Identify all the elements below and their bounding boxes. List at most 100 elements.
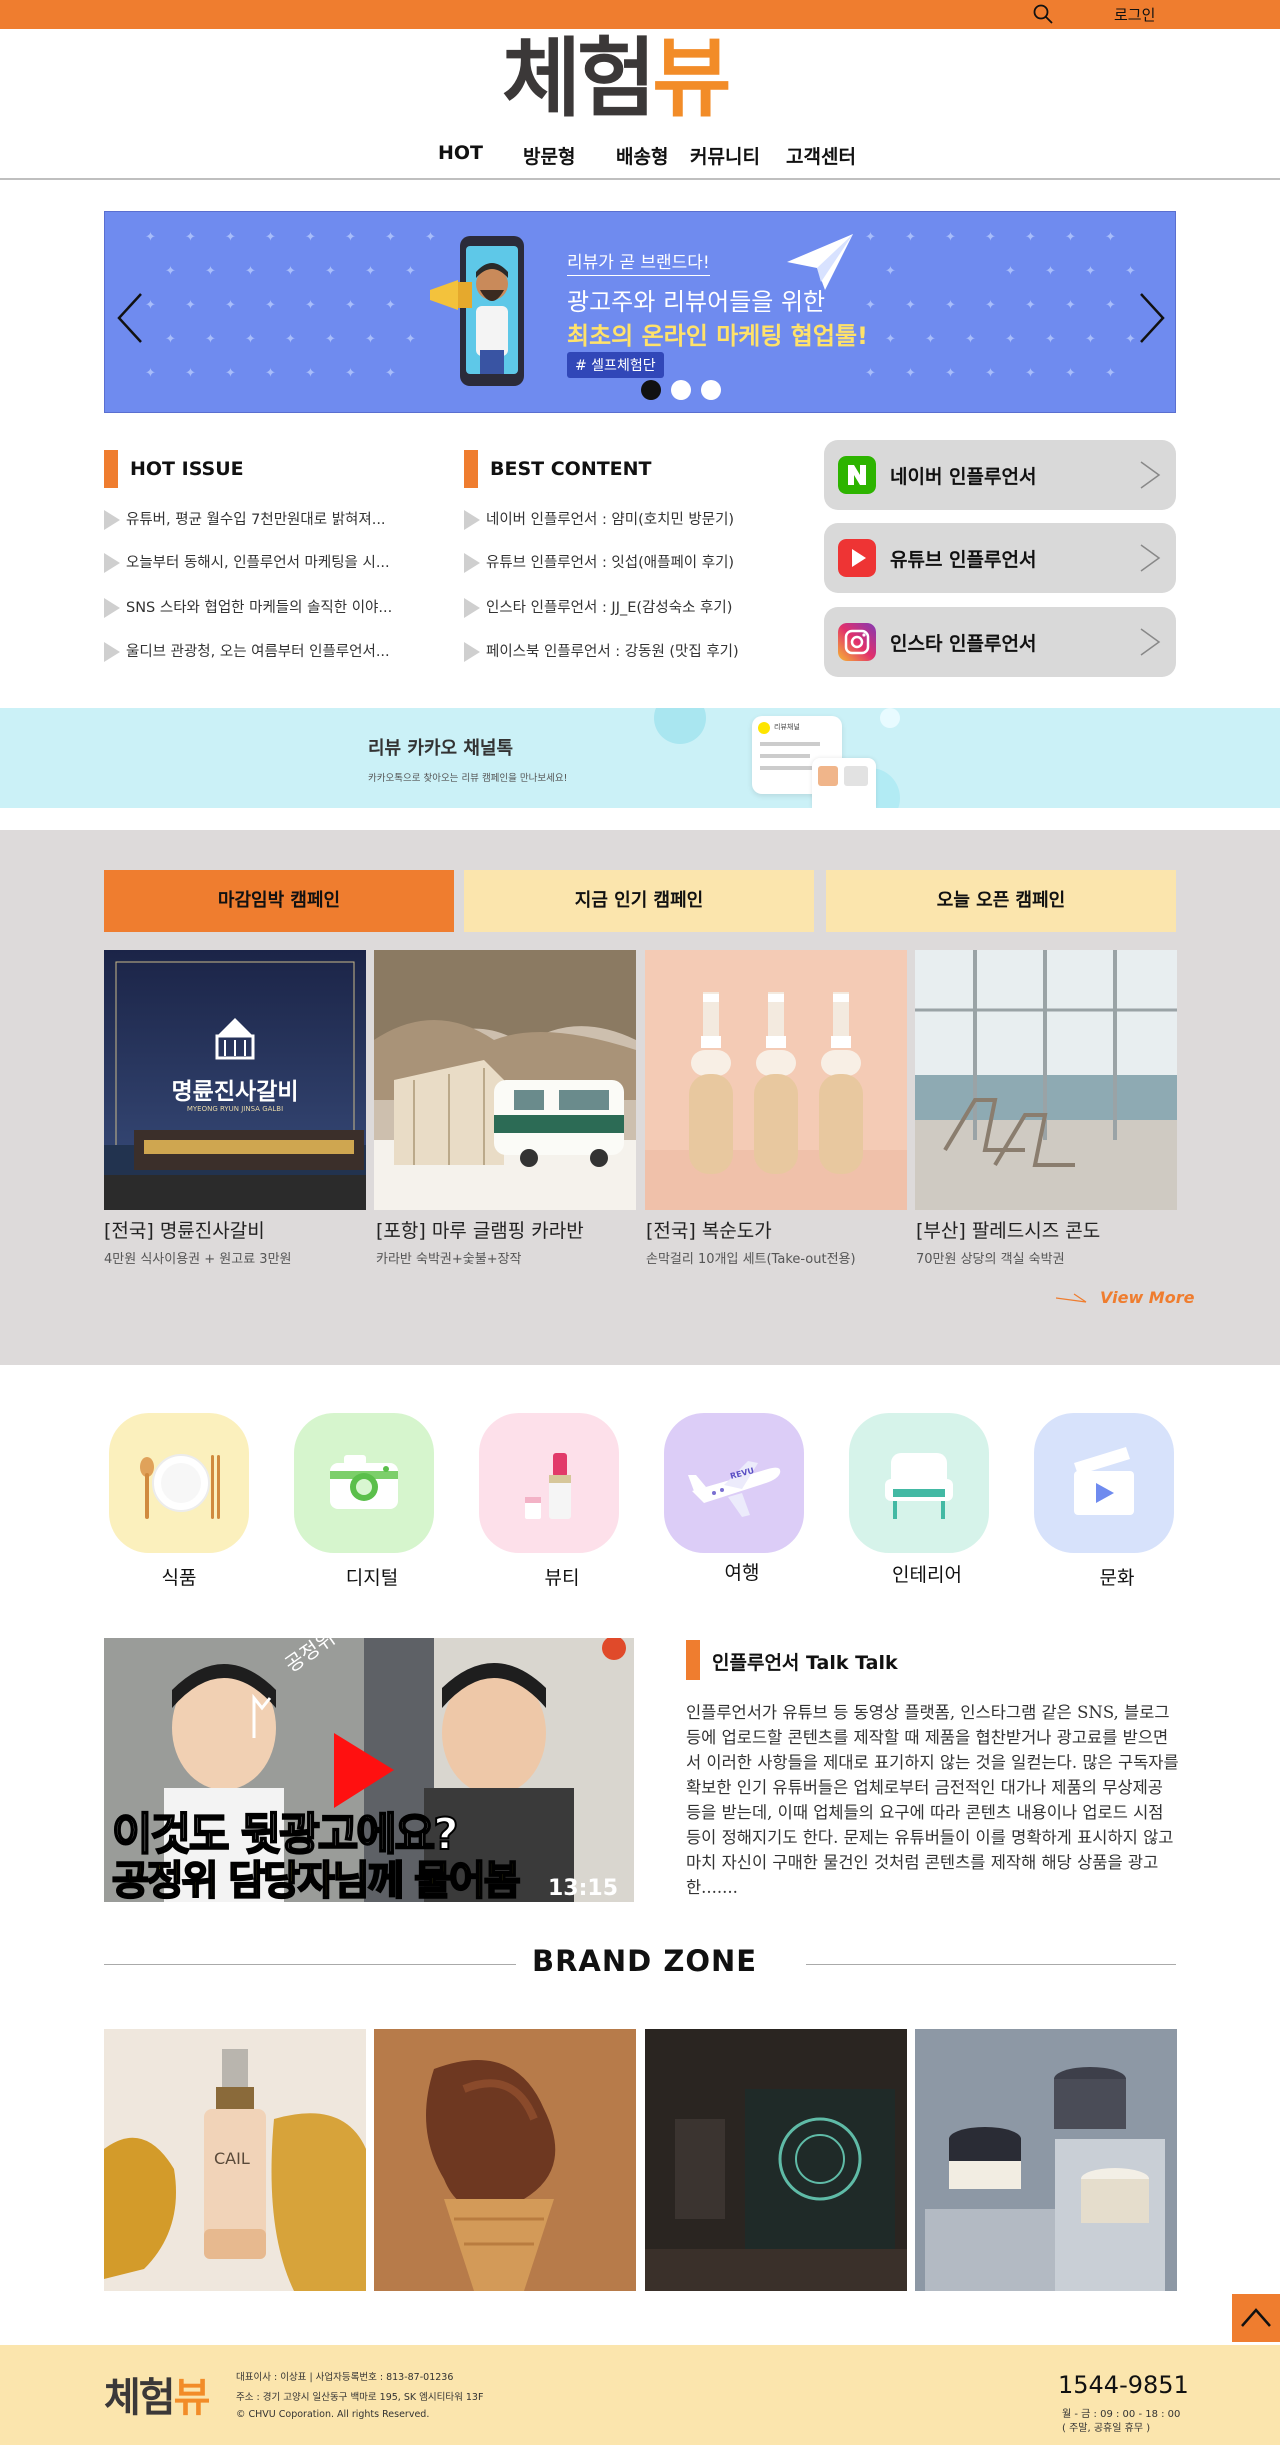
nav-community[interactable]: 커뮤니티 — [690, 142, 760, 169]
chevron-right-icon — [1140, 544, 1161, 572]
footer: 체험뷰 대표이사 : 이상표 | 사업자등록번호 : 813-87-01236 … — [0, 2345, 1280, 2445]
naver-influencer-label: 네이버 인플루언서 — [890, 466, 1037, 488]
video-caption-2: 공정위 담당자님께 물어봄 — [111, 1857, 522, 1902]
campaign-title[interactable]: [전국] 명륜진사갈비 — [104, 1216, 265, 1243]
best-content-item[interactable]: 네이버 인플루언서 : 얌미(호치민 방문기) — [464, 508, 734, 530]
brand-image-serum[interactable]: CAIL — [104, 2029, 366, 2291]
brand-zone-divider-right — [806, 1964, 1176, 1965]
hero-pager-dot-2[interactable] — [671, 380, 691, 400]
campaign-title[interactable]: [포항] 마루 글램핑 카라반 — [376, 1216, 584, 1243]
condo-seaview-illustration — [915, 950, 1177, 1210]
phone-mockup — [812, 758, 876, 808]
footer-holiday: ( 주말, 공휴일 휴무 ) — [1062, 2423, 1151, 2434]
campaign-image-makgeolli[interactable] — [645, 950, 907, 1210]
category-label-culture[interactable]: 문화 — [1047, 1563, 1187, 1590]
tab-closing-soon[interactable]: 마감임박 캠페인 — [104, 870, 454, 932]
kakao-channel-banner[interactable]: 리뷰 카카오 채널톡 카카오톡으로 찾아오는 리뷰 캠페인을 만나보세요! 리뷰… — [0, 708, 1280, 808]
category-beauty[interactable] — [479, 1413, 619, 1553]
hot-issue-item[interactable]: 오늘부터 동해시, 인플루언서 마케팅을 시... — [104, 551, 390, 573]
instagram-influencer-button[interactable]: 인스타 인플루언서 — [824, 607, 1176, 677]
serum-bottle-text: CAIL — [214, 2149, 250, 2168]
campaign-title[interactable]: [부산] 팔레드시즈 콘도 — [916, 1216, 1100, 1243]
tab-today-open[interactable]: 오늘 오픈 캠페인 — [826, 870, 1176, 932]
galbi-image-text: 명륜진사갈비 — [171, 1078, 299, 1105]
lipstick-icon — [525, 1453, 571, 1519]
campaign-image-galbi[interactable]: 명륜진사갈비 MYEONG RYUN JINSA GALBI — [104, 950, 366, 1210]
best-content-item[interactable]: 유튜브 인플루언서 : 잇섭(애플페이 후기) — [464, 551, 734, 573]
campaign-image-glamping[interactable] — [374, 950, 636, 1210]
camera-icon — [330, 1455, 398, 1509]
footer-phone[interactable]: 1544-9851 — [1058, 2371, 1189, 2399]
brand-zone-title: BRAND ZONE — [532, 1944, 758, 1978]
site-logo[interactable]: 체험뷰 — [502, 29, 731, 129]
hero-pager-dot-1[interactable] — [641, 380, 661, 400]
nav-visit[interactable]: 방문형 — [523, 142, 575, 169]
category-travel[interactable]: REVU — [664, 1413, 804, 1553]
food-plate-icon — [140, 1454, 220, 1519]
category-culture[interactable] — [1034, 1413, 1174, 1553]
megaphone-person-illustration — [430, 236, 524, 386]
kakao-banner-title: 리뷰 카카오 채널톡 — [368, 738, 514, 759]
hero-tag: # 셀프체험단 — [567, 352, 664, 378]
hero-headline-2: 최초의 온라인 마케팅 협업툴! — [567, 322, 868, 350]
nav-hot[interactable]: HOT — [438, 142, 483, 164]
category-label-interior[interactable]: 인테리어 — [857, 1560, 997, 1587]
hot-issue-title-text: HOT ISSUE — [130, 458, 244, 480]
hot-issue-title: HOT ISSUE — [104, 450, 244, 488]
nav-support[interactable]: 고객센터 — [786, 142, 856, 169]
campaign-subtitle: 손막걸리 10개입 세트(Take-out전용) — [646, 1252, 856, 1267]
hero-pager-dot-3[interactable] — [701, 380, 721, 400]
nav-divider — [0, 178, 1280, 180]
back-to-top-button[interactable] — [1232, 2294, 1280, 2342]
kakao-card-line — [760, 754, 810, 758]
best-content-item[interactable]: 인스타 인플루언서 : JJ_E(감성숙소 후기) — [464, 596, 732, 618]
logo-text-main: 체험 — [502, 29, 656, 129]
kakao-icon — [758, 722, 770, 734]
nav-delivery[interactable]: 배송형 — [616, 142, 668, 169]
youtube-influencer-button[interactable]: 유튜브 인플루언서 — [824, 523, 1176, 593]
best-content-title: BEST CONTENT — [464, 450, 652, 488]
youtube-icon — [838, 539, 876, 577]
category-food[interactable] — [109, 1413, 249, 1553]
brand-zone-divider-left — [104, 1964, 516, 1965]
hot-issue-item[interactable]: SNS 스타와 협업한 마케들의 솔직한 이야... — [104, 596, 392, 618]
campaign-image-condo[interactable] — [915, 950, 1177, 1210]
category-label-beauty[interactable]: 뷰티 — [492, 1563, 632, 1590]
naver-influencer-button[interactable]: 네이버 인플루언서 — [824, 440, 1176, 510]
phone-thumbnail — [818, 766, 838, 786]
view-more-link[interactable]: View More — [1100, 1288, 1194, 1307]
search-icon[interactable] — [1032, 3, 1054, 25]
video-duration: 13:15 — [548, 1876, 619, 1901]
login-link[interactable]: 로그인 — [1114, 4, 1155, 25]
brand-image-chocolate[interactable] — [374, 2029, 636, 2291]
phone-thumbnail — [844, 766, 868, 786]
brand-image-cream-jars[interactable] — [915, 2029, 1177, 2291]
category-interior[interactable] — [849, 1413, 989, 1553]
tea-box-illustration — [645, 2029, 907, 2291]
category-digital[interactable] — [294, 1413, 434, 1553]
category-label-travel[interactable]: 여행 — [672, 1558, 812, 1585]
video-thumbnail[interactable]: 공정위 담당자님 이것도 뒷광고에요? 공정위 담당자님께 물어봄 13:15 — [104, 1638, 634, 1902]
tab-popular[interactable]: 지금 인기 캠페인 — [464, 870, 814, 932]
category-label-food[interactable]: 식품 — [109, 1563, 249, 1590]
brand-image-tea-box[interactable] — [645, 2029, 907, 2291]
footer-logo[interactable]: 체험뷰 — [104, 2365, 211, 2423]
best-content-item[interactable]: 페이스북 인플루언서 : 강동원 (맛집 후기) — [464, 640, 739, 662]
hero-next-arrow-icon[interactable] — [1137, 292, 1167, 344]
hot-issue-item[interactable]: 유튜버, 평균 월수입 7천만원대로 밝혀져... — [104, 508, 386, 530]
talk-article-body[interactable]: 인플루언서가 유튜브 등 동영상 플랫폼, 인스타그램 같은 SNS, 블로그 … — [686, 1700, 1182, 1900]
top-bar: 로그인 — [0, 0, 1280, 29]
footer-hours: 월 - 금 : 09 : 00 - 18 : 00 — [1062, 2409, 1181, 2420]
instagram-influencer-label: 인스타 인플루언서 — [890, 633, 1037, 655]
category-label-digital[interactable]: 디지털 — [302, 1563, 442, 1590]
hero-prev-arrow-icon[interactable] — [115, 292, 145, 344]
makgeolli-bottles-illustration — [645, 950, 907, 1210]
airplane-icon — [688, 1461, 781, 1517]
best-content-title-text: BEST CONTENT — [490, 458, 652, 480]
hot-issue-item[interactable]: 울디브 관광청, 오는 여름부터 인플루언서... — [104, 640, 390, 662]
hero-banner[interactable]: ✦ ✦ ✦ ✦ ✦ ✦ ✦ ✦ ✦ ✦ ✦ ✦ ✦ ✦ ✦ ✦ ✦ ✦ ✦ ✦ ✦ ✦ ✦ ✦ ✦ ✦ ✦ ✦ ✦ ✦ ✦ ✦ ✦ ✦ ✦ ✦… — [104, 211, 1176, 413]
hero-headline-1: 광고주와 리뷰어들을 위한 — [567, 288, 826, 316]
campaign-title[interactable]: [전국] 복순도가 — [646, 1216, 772, 1243]
footer-logo-accent: 뷰 — [173, 2375, 211, 2421]
arrow-right-icon — [1056, 1293, 1087, 1303]
